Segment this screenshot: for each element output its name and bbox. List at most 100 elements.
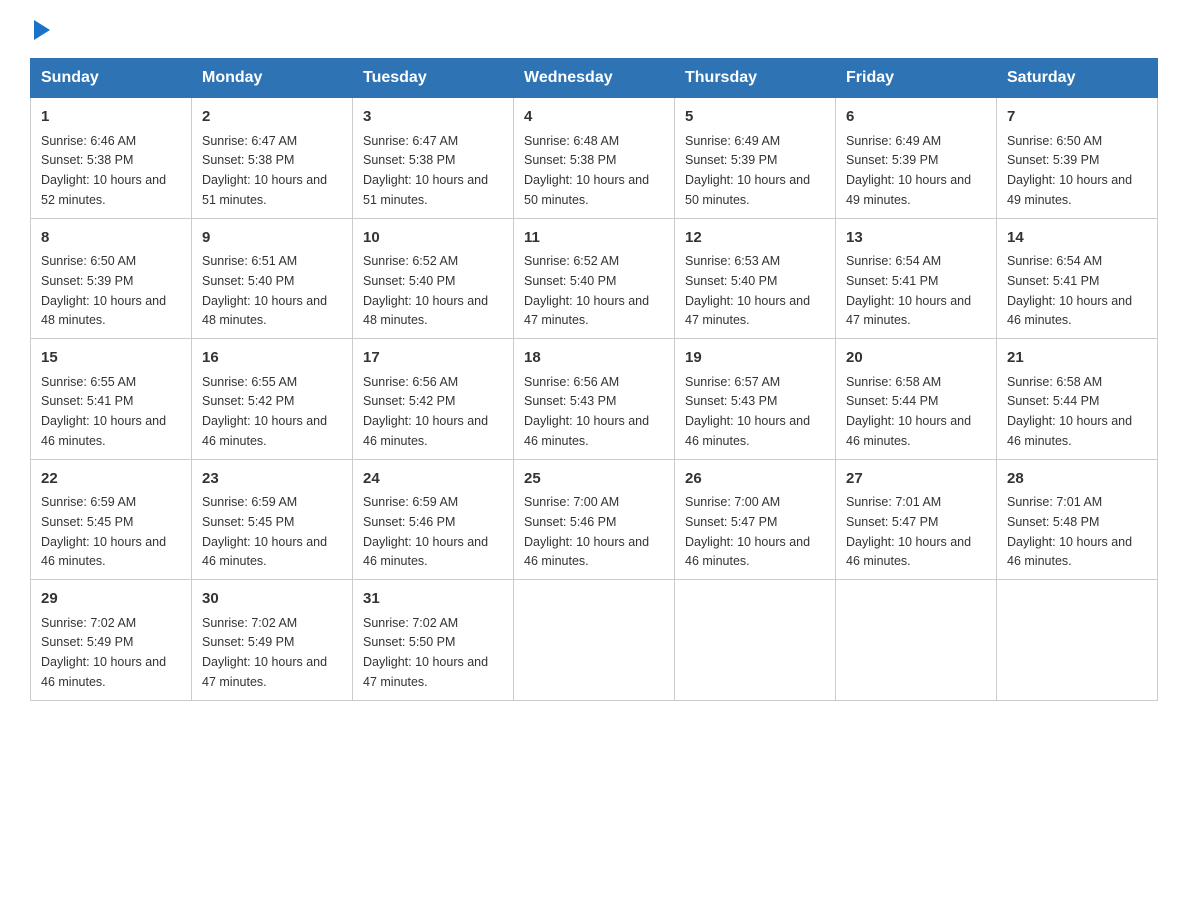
calendar-week-3: 15 Sunrise: 6:55 AM Sunset: 5:41 PM Dayl… [31, 339, 1158, 460]
day-number: 15 [41, 347, 181, 370]
day-sunrise: Sunrise: 6:52 AM [363, 254, 458, 268]
day-sunrise: Sunrise: 6:48 AM [524, 134, 619, 148]
day-sunrise: Sunrise: 6:54 AM [846, 254, 941, 268]
day-number: 1 [41, 106, 181, 129]
logo-arrow-icon [34, 20, 50, 40]
day-daylight: Daylight: 10 hours and 47 minutes. [846, 294, 971, 328]
day-sunrise: Sunrise: 7:00 AM [524, 495, 619, 509]
calendar-cell: 17 Sunrise: 6:56 AM Sunset: 5:42 PM Dayl… [353, 339, 514, 460]
day-sunset: Sunset: 5:39 PM [685, 153, 777, 167]
calendar-cell: 1 Sunrise: 6:46 AM Sunset: 5:38 PM Dayli… [31, 98, 192, 219]
day-sunrise: Sunrise: 6:50 AM [1007, 134, 1102, 148]
day-daylight: Daylight: 10 hours and 47 minutes. [524, 294, 649, 328]
header-saturday: Saturday [997, 59, 1158, 98]
day-daylight: Daylight: 10 hours and 51 minutes. [202, 173, 327, 207]
day-number: 20 [846, 347, 986, 370]
day-sunset: Sunset: 5:46 PM [524, 515, 616, 529]
day-sunrise: Sunrise: 7:01 AM [1007, 495, 1102, 509]
day-number: 26 [685, 468, 825, 491]
calendar-cell [997, 580, 1158, 701]
day-daylight: Daylight: 10 hours and 49 minutes. [846, 173, 971, 207]
day-sunset: Sunset: 5:38 PM [363, 153, 455, 167]
day-number: 11 [524, 227, 664, 250]
day-daylight: Daylight: 10 hours and 46 minutes. [41, 414, 166, 448]
calendar-cell: 13 Sunrise: 6:54 AM Sunset: 5:41 PM Dayl… [836, 218, 997, 339]
day-sunset: Sunset: 5:38 PM [524, 153, 616, 167]
header-thursday: Thursday [675, 59, 836, 98]
day-sunset: Sunset: 5:49 PM [41, 635, 133, 649]
day-daylight: Daylight: 10 hours and 50 minutes. [685, 173, 810, 207]
day-daylight: Daylight: 10 hours and 47 minutes. [202, 655, 327, 689]
day-number: 7 [1007, 106, 1147, 129]
calendar-cell: 15 Sunrise: 6:55 AM Sunset: 5:41 PM Dayl… [31, 339, 192, 460]
day-number: 24 [363, 468, 503, 491]
day-number: 9 [202, 227, 342, 250]
day-number: 28 [1007, 468, 1147, 491]
day-sunset: Sunset: 5:43 PM [685, 394, 777, 408]
day-sunrise: Sunrise: 6:47 AM [363, 134, 458, 148]
day-sunrise: Sunrise: 6:59 AM [41, 495, 136, 509]
day-sunset: Sunset: 5:43 PM [524, 394, 616, 408]
calendar-cell [514, 580, 675, 701]
day-number: 17 [363, 347, 503, 370]
day-sunset: Sunset: 5:44 PM [846, 394, 938, 408]
day-daylight: Daylight: 10 hours and 46 minutes. [363, 535, 488, 569]
day-number: 14 [1007, 227, 1147, 250]
day-sunset: Sunset: 5:38 PM [41, 153, 133, 167]
day-number: 2 [202, 106, 342, 129]
calendar-cell: 24 Sunrise: 6:59 AM Sunset: 5:46 PM Dayl… [353, 459, 514, 580]
day-sunrise: Sunrise: 6:53 AM [685, 254, 780, 268]
day-daylight: Daylight: 10 hours and 46 minutes. [1007, 535, 1132, 569]
day-daylight: Daylight: 10 hours and 46 minutes. [685, 414, 810, 448]
day-sunrise: Sunrise: 6:47 AM [202, 134, 297, 148]
day-sunset: Sunset: 5:45 PM [202, 515, 294, 529]
calendar-cell: 28 Sunrise: 7:01 AM Sunset: 5:48 PM Dayl… [997, 459, 1158, 580]
day-sunset: Sunset: 5:39 PM [846, 153, 938, 167]
day-daylight: Daylight: 10 hours and 46 minutes. [202, 535, 327, 569]
day-daylight: Daylight: 10 hours and 46 minutes. [202, 414, 327, 448]
day-daylight: Daylight: 10 hours and 48 minutes. [363, 294, 488, 328]
day-number: 27 [846, 468, 986, 491]
day-sunrise: Sunrise: 6:49 AM [685, 134, 780, 148]
day-sunset: Sunset: 5:40 PM [202, 274, 294, 288]
day-sunset: Sunset: 5:41 PM [846, 274, 938, 288]
page-header [30, 20, 1158, 38]
day-number: 31 [363, 588, 503, 611]
calendar-cell: 27 Sunrise: 7:01 AM Sunset: 5:47 PM Dayl… [836, 459, 997, 580]
day-sunrise: Sunrise: 6:57 AM [685, 375, 780, 389]
calendar-table: SundayMondayTuesdayWednesdayThursdayFrid… [30, 58, 1158, 701]
day-number: 8 [41, 227, 181, 250]
day-sunrise: Sunrise: 6:49 AM [846, 134, 941, 148]
day-number: 19 [685, 347, 825, 370]
calendar-week-2: 8 Sunrise: 6:50 AM Sunset: 5:39 PM Dayli… [31, 218, 1158, 339]
calendar-cell: 31 Sunrise: 7:02 AM Sunset: 5:50 PM Dayl… [353, 580, 514, 701]
day-sunrise: Sunrise: 7:01 AM [846, 495, 941, 509]
day-number: 29 [41, 588, 181, 611]
day-number: 22 [41, 468, 181, 491]
day-sunrise: Sunrise: 6:59 AM [202, 495, 297, 509]
day-sunset: Sunset: 5:47 PM [685, 515, 777, 529]
day-number: 30 [202, 588, 342, 611]
header-wednesday: Wednesday [514, 59, 675, 98]
day-sunrise: Sunrise: 6:50 AM [41, 254, 136, 268]
header-monday: Monday [192, 59, 353, 98]
calendar-cell: 26 Sunrise: 7:00 AM Sunset: 5:47 PM Dayl… [675, 459, 836, 580]
calendar-cell: 2 Sunrise: 6:47 AM Sunset: 5:38 PM Dayli… [192, 98, 353, 219]
day-sunrise: Sunrise: 7:00 AM [685, 495, 780, 509]
day-sunrise: Sunrise: 6:56 AM [363, 375, 458, 389]
calendar-week-4: 22 Sunrise: 6:59 AM Sunset: 5:45 PM Dayl… [31, 459, 1158, 580]
calendar-cell: 19 Sunrise: 6:57 AM Sunset: 5:43 PM Dayl… [675, 339, 836, 460]
day-daylight: Daylight: 10 hours and 48 minutes. [41, 294, 166, 328]
calendar-cell: 22 Sunrise: 6:59 AM Sunset: 5:45 PM Dayl… [31, 459, 192, 580]
day-sunset: Sunset: 5:44 PM [1007, 394, 1099, 408]
day-number: 18 [524, 347, 664, 370]
calendar-week-1: 1 Sunrise: 6:46 AM Sunset: 5:38 PM Dayli… [31, 98, 1158, 219]
day-sunset: Sunset: 5:50 PM [363, 635, 455, 649]
calendar-cell: 5 Sunrise: 6:49 AM Sunset: 5:39 PM Dayli… [675, 98, 836, 219]
day-number: 12 [685, 227, 825, 250]
day-daylight: Daylight: 10 hours and 50 minutes. [524, 173, 649, 207]
header-sunday: Sunday [31, 59, 192, 98]
day-sunset: Sunset: 5:38 PM [202, 153, 294, 167]
day-sunrise: Sunrise: 6:55 AM [202, 375, 297, 389]
day-daylight: Daylight: 10 hours and 49 minutes. [1007, 173, 1132, 207]
